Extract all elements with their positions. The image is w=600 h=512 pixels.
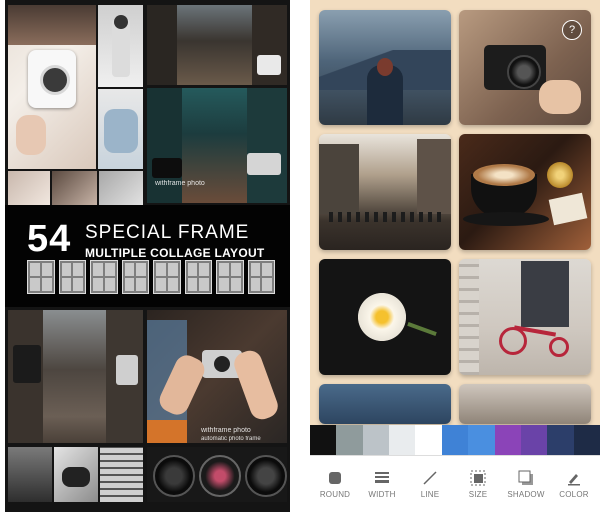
photo-coffee[interactable] bbox=[459, 134, 591, 250]
swatch[interactable] bbox=[310, 425, 337, 455]
photo-water-lily[interactable] bbox=[319, 259, 451, 375]
layout-thumbnails bbox=[27, 260, 275, 294]
photo-hands-camera[interactable] bbox=[147, 310, 287, 443]
watermark-bottom-sub: automatic photo frame bbox=[201, 436, 261, 442]
left-screenshot: withframe photo 54 SPECIAL FRAME MULTIPL… bbox=[5, 0, 290, 512]
photo-tricycle[interactable] bbox=[459, 259, 591, 375]
photo-strip-1[interactable] bbox=[8, 171, 50, 205]
round-icon bbox=[329, 472, 341, 484]
swatch[interactable] bbox=[573, 425, 600, 455]
layout-thumb[interactable] bbox=[121, 260, 149, 294]
swatch[interactable] bbox=[494, 425, 521, 455]
photo-street-top[interactable] bbox=[147, 5, 287, 85]
swatch[interactable] bbox=[468, 425, 495, 455]
photo-partial-left[interactable] bbox=[319, 384, 451, 424]
color-label: COLOR bbox=[559, 490, 589, 499]
swatch[interactable] bbox=[520, 425, 548, 455]
layout-thumb[interactable] bbox=[27, 260, 55, 294]
round-label: ROUND bbox=[319, 490, 351, 499]
layout-thumb[interactable] bbox=[58, 260, 86, 294]
layout-thumb[interactable] bbox=[184, 260, 212, 294]
photo-mountain-girl[interactable] bbox=[319, 10, 451, 125]
layout-thumb[interactable] bbox=[216, 260, 244, 294]
photo-lenses[interactable] bbox=[147, 447, 287, 502]
watermark-top: withframe photo bbox=[155, 180, 205, 187]
photo-camera-girl[interactable] bbox=[8, 5, 96, 169]
layout-thumb[interactable] bbox=[90, 260, 118, 294]
line-icon bbox=[423, 471, 437, 485]
size-button[interactable]: SIZE bbox=[455, 456, 501, 512]
banner-number: 54 bbox=[27, 218, 72, 260]
photo-strip-3[interactable] bbox=[99, 171, 143, 205]
edit-toolbar: ROUND WIDTH LINE SIZE SHADOW COLOR bbox=[310, 455, 600, 512]
help-icon[interactable]: ? bbox=[562, 20, 582, 40]
shadow-label: SHADOW bbox=[507, 490, 545, 499]
swatch[interactable] bbox=[389, 425, 416, 455]
photo-legs[interactable] bbox=[98, 89, 143, 169]
brush-icon bbox=[568, 474, 580, 486]
swatch[interactable] bbox=[336, 425, 363, 455]
width-icon bbox=[375, 472, 389, 483]
round-button[interactable]: ROUND bbox=[312, 456, 358, 512]
line-button[interactable]: LINE bbox=[407, 456, 453, 512]
photo-subway[interactable] bbox=[8, 447, 52, 502]
banner-title: SPECIAL FRAME bbox=[85, 222, 250, 243]
swatch[interactable] bbox=[547, 425, 574, 455]
photo-partial-right[interactable] bbox=[459, 384, 591, 424]
layout-thumb[interactable] bbox=[153, 260, 181, 294]
shadow-button[interactable]: SHADOW bbox=[503, 456, 549, 512]
banner-subtitle: MULTIPLE COLLAGE LAYOUT bbox=[85, 246, 265, 260]
photo-street-bottom[interactable] bbox=[8, 310, 143, 443]
layout-thumb[interactable] bbox=[247, 260, 275, 294]
color-button[interactable]: COLOR bbox=[551, 456, 597, 512]
width-label: WIDTH bbox=[368, 490, 396, 499]
size-label: SIZE bbox=[468, 490, 488, 499]
photo-strip-2[interactable] bbox=[52, 171, 97, 205]
photo-shoe[interactable] bbox=[54, 447, 98, 502]
swatch[interactable] bbox=[362, 425, 390, 455]
photo-city-street[interactable] bbox=[319, 134, 451, 250]
swatch[interactable] bbox=[415, 425, 442, 455]
photo-keyboard[interactable] bbox=[100, 447, 143, 502]
right-screenshot: ? ROUND WIDTH LINE SIZE SHADOW COLOR bbox=[310, 0, 600, 512]
color-palette bbox=[310, 425, 600, 455]
swatch[interactable] bbox=[441, 425, 469, 455]
watermark-bottom: withframe photo bbox=[201, 427, 251, 434]
photo-umbrella[interactable] bbox=[98, 5, 143, 87]
shadow-icon bbox=[518, 470, 533, 485]
size-icon bbox=[470, 470, 486, 486]
line-label: LINE bbox=[420, 490, 440, 499]
width-button[interactable]: WIDTH bbox=[359, 456, 405, 512]
